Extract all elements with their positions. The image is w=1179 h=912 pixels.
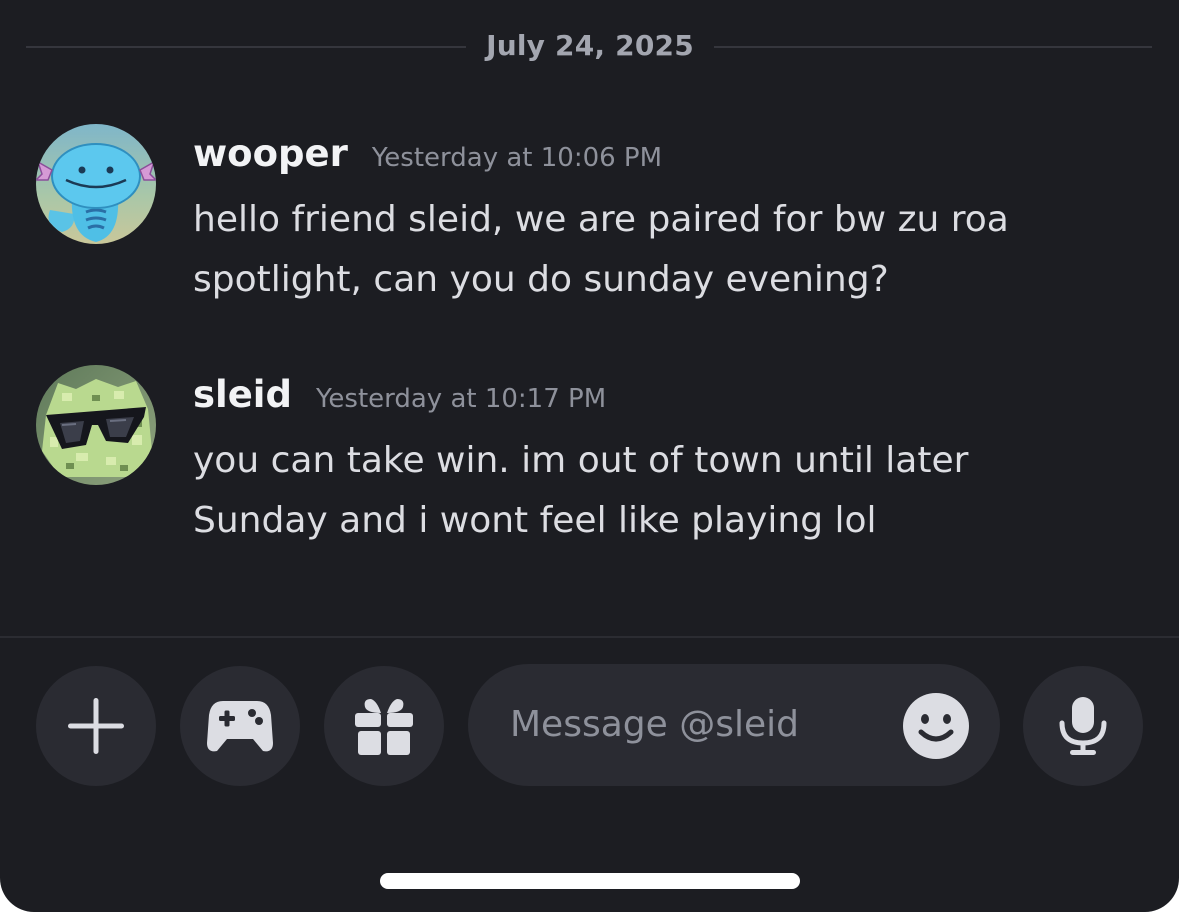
gift-icon xyxy=(355,699,413,755)
gift-nitro-button[interactable] xyxy=(324,666,444,786)
message-composer[interactable] xyxy=(468,664,1000,786)
timestamp: Yesterday at 10:06 PM xyxy=(371,143,663,173)
add-attachment-button[interactable] xyxy=(36,666,156,786)
message-header: sleid Yesterday at 10:17 PM xyxy=(193,373,606,416)
username[interactable]: wooper xyxy=(193,132,348,175)
date-divider: July 24, 2025 xyxy=(0,22,1179,72)
message-input[interactable] xyxy=(510,692,870,756)
composer-divider xyxy=(0,636,1179,638)
message-text: hello friend sleid, we are paired for bw… xyxy=(193,199,1009,300)
emoji-button[interactable] xyxy=(902,692,970,760)
wooper-avatar[interactable] xyxy=(36,124,156,244)
date-divider-label: July 24, 2025 xyxy=(486,29,694,62)
divider-line-right xyxy=(714,46,1152,48)
timestamp: Yesterday at 10:17 PM xyxy=(315,384,607,414)
divider-line-left xyxy=(26,46,466,48)
username[interactable]: sleid xyxy=(193,373,292,416)
plus-icon xyxy=(68,698,124,754)
dm-screen: July 24, 2025 wooper Yesterday at 10:06 … xyxy=(0,0,1179,912)
emoji-icon xyxy=(903,693,969,759)
sunglasses-frog-avatar[interactable] xyxy=(36,365,156,485)
message-header: wooper Yesterday at 10:06 PM xyxy=(193,132,662,175)
home-indicator[interactable] xyxy=(380,873,800,889)
microphone-icon xyxy=(1059,697,1107,755)
activities-button[interactable] xyxy=(180,666,300,786)
voice-message-button[interactable] xyxy=(1023,666,1143,786)
message-text: you can take win. im out of town until l… xyxy=(193,440,969,541)
gamepad-icon xyxy=(207,701,273,752)
